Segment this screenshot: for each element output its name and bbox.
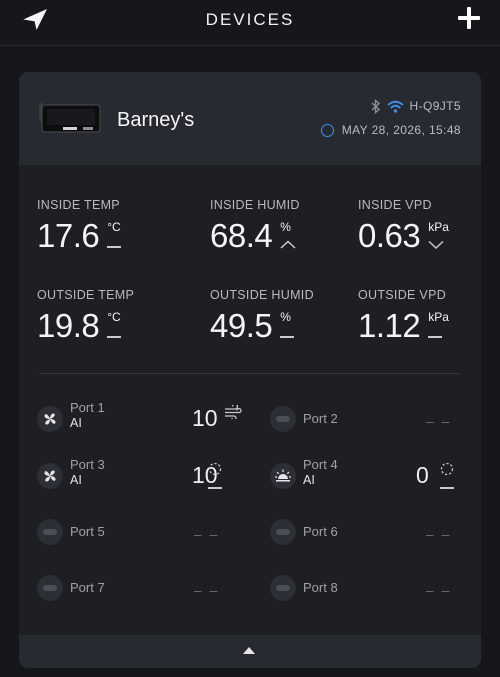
caret-up-icon[interactable] — [243, 647, 255, 654]
wifi-icon — [386, 100, 404, 113]
port-8-level: – – — [426, 582, 452, 598]
port-4-level: 0 — [416, 462, 429, 488]
fan-icon — [37, 406, 63, 432]
metric-outside-humid: OUTSIDE HUMID 49.5 % — [210, 288, 314, 344]
controller-device-image — [39, 103, 101, 133]
port-name: Port 4 — [303, 457, 338, 472]
last-updated-timestamp: MAY 28, 2026, 15:48 — [341, 123, 461, 137]
grow-light-icon — [270, 463, 296, 489]
trend-up-icon — [280, 240, 296, 249]
trend-flat-icon — [428, 336, 443, 338]
metric-value: 17.6 — [37, 217, 100, 254]
port-name: Port 1 — [70, 400, 105, 415]
port-name: Port 2 — [303, 411, 338, 426]
top-bar: DEVICES — [0, 0, 500, 46]
trend-flat-icon — [107, 336, 122, 338]
metric-outside-vpd: OUTSIDE VPD 1.12 kPa — [358, 288, 449, 344]
metric-unit: kPa — [428, 220, 449, 234]
unplugged-icon — [37, 575, 63, 601]
port-mode: AI — [70, 416, 82, 430]
port-7-level: – – — [194, 582, 220, 598]
trend-flat-icon — [280, 336, 295, 338]
bluetooth-icon — [371, 98, 380, 114]
unplugged-icon — [270, 519, 296, 545]
metric-label: INSIDE VPD — [358, 198, 432, 212]
metric-label: OUTSIDE HUMID — [210, 288, 314, 302]
port-mode: AI — [70, 473, 82, 487]
metric-inside-vpd: INSIDE VPD 0.63 kPa — [358, 198, 449, 254]
metric-value: 49.5 — [210, 307, 273, 344]
trend-flat-icon — [440, 487, 454, 489]
trend-flat-icon — [107, 246, 122, 248]
metric-value: 68.4 — [210, 217, 273, 254]
device-card[interactable]: Barney's H-Q9JT5 MAY 28, 2026, 15:48 INS… — [19, 72, 481, 668]
port-1-level: 10 — [192, 405, 218, 431]
port-mode: AI — [303, 473, 315, 487]
wind-icon — [225, 405, 242, 419]
unplugged-icon — [270, 575, 296, 601]
trend-flat-icon — [208, 487, 222, 489]
metric-inside-temp: INSIDE TEMP 17.6 °C — [37, 198, 127, 254]
page-title: DEVICES — [205, 10, 295, 29]
metric-value: 0.63 — [358, 217, 421, 254]
metric-label: OUTSIDE VPD — [358, 288, 447, 302]
device-id: H-Q9JT5 — [409, 99, 461, 113]
metric-value: 19.8 — [37, 307, 100, 344]
port-5-level: – – — [194, 526, 220, 542]
metric-unit: % — [280, 310, 291, 324]
port-6-level: – – — [426, 526, 452, 542]
metric-label: INSIDE HUMID — [210, 198, 300, 212]
metric-inside-humid: INSIDE HUMID 68.4 % — [210, 198, 300, 254]
metric-unit: °C — [107, 220, 121, 234]
port-name: Port 3 — [70, 457, 105, 472]
port-name: Port 6 — [303, 524, 338, 539]
spinner-icon — [208, 462, 222, 476]
unplugged-icon — [37, 519, 63, 545]
spinner-icon — [440, 462, 454, 476]
fan-icon — [37, 463, 63, 489]
device-card-header[interactable]: Barney's H-Q9JT5 MAY 28, 2026, 15:48 — [19, 72, 481, 165]
port-name: Port 5 — [70, 524, 105, 539]
metric-unit: kPa — [428, 310, 449, 324]
divider — [39, 373, 460, 374]
metric-unit: °C — [107, 310, 121, 324]
metric-unit: % — [280, 220, 291, 234]
port-name: Port 8 — [303, 580, 338, 595]
port-name: Port 7 — [70, 580, 105, 595]
metric-value: 1.12 — [358, 307, 421, 344]
trend-down-icon — [428, 240, 444, 249]
unplugged-icon — [270, 406, 296, 432]
add-device-button[interactable] — [456, 5, 482, 31]
card-footer[interactable] — [19, 635, 481, 668]
metric-label: OUTSIDE TEMP — [37, 288, 135, 302]
device-name: Barney's — [117, 109, 195, 131]
clock-icon — [320, 123, 334, 137]
metric-label: INSIDE TEMP — [37, 198, 120, 212]
metric-outside-temp: OUTSIDE TEMP 19.8 °C — [37, 288, 134, 344]
connection-info: H-Q9JT5 MAY 28, 2026, 15:48 — [320, 98, 461, 140]
port-2-level: – – — [426, 413, 452, 429]
